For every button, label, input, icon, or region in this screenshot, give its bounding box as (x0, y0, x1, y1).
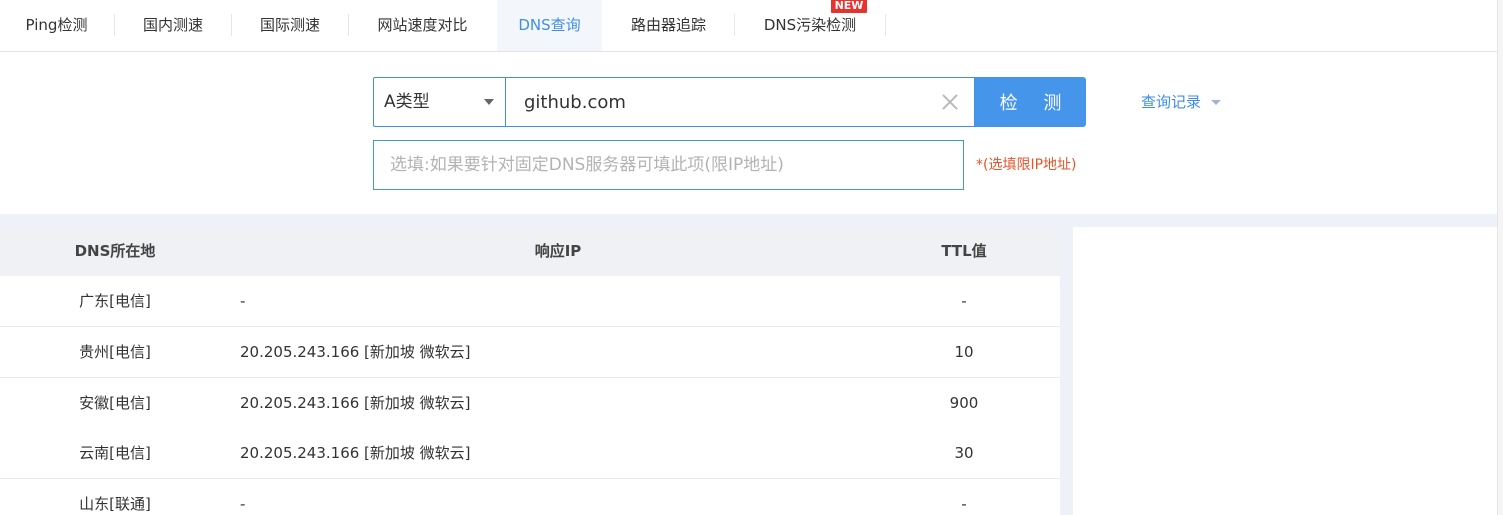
caret-down-icon (484, 99, 494, 105)
table-row: 安徽[电信] 20.205.243.166 [新加坡 微软云] 900 (0, 378, 1060, 429)
tab-ping[interactable]: Ping检测 (0, 0, 113, 51)
cell-location: 山东[联通] (79, 495, 151, 513)
cell-ttl: - (961, 292, 967, 310)
header-response-ip: 响应IP (534, 242, 582, 260)
header-ttl: TTL值 (941, 242, 987, 260)
cell-ttl: - (961, 495, 967, 513)
results-table: DNS所在地 响应IP TTL值 广东[电信] - - 贵州[电信] 20.20… (0, 227, 1060, 515)
check-button[interactable]: 检 测 (975, 77, 1086, 127)
cell-ip: 20.205.243.166 [新加坡 微软云] (240, 444, 471, 462)
tab-route-trace[interactable]: 路由器追踪 (603, 0, 734, 51)
tab-domestic-speed[interactable]: 国内测速 (115, 0, 231, 51)
tab-divider (885, 14, 886, 36)
cell-ip: - (240, 495, 246, 513)
tab-dns-query[interactable]: DNS查询 (497, 0, 602, 51)
cell-ttl: 30 (954, 444, 974, 462)
query-history-link[interactable]: 查询记录 (1141, 92, 1201, 112)
domain-input[interactable] (505, 77, 975, 127)
table-row: 山东[联通] - - (0, 479, 1060, 515)
scrollbar[interactable] (1497, 0, 1503, 515)
cell-ip: 20.205.243.166 [新加坡 微软云] (240, 394, 471, 412)
record-type-select[interactable]: A类型 (373, 77, 505, 127)
table-header: DNS所在地 响应IP TTL值 (0, 227, 1060, 276)
new-badge: NEW (831, 0, 867, 13)
cell-location: 广东[电信] (79, 292, 151, 310)
table-row: 贵州[电信] 20.205.243.166 [新加坡 微软云] 10 (0, 327, 1060, 378)
side-panel (1073, 227, 1497, 515)
cell-ttl: 10 (954, 343, 974, 361)
tab-site-speed-compare[interactable]: 网站速度对比 (349, 0, 496, 51)
caret-down-icon[interactable] (1211, 100, 1221, 105)
tab-international-speed[interactable]: 国际测速 (232, 0, 348, 51)
record-type-value: A类型 (384, 92, 430, 112)
tool-tabs: Ping检测 国内测速 国际测速 网站速度对比 DNS查询 路由器追踪 DNS污… (0, 0, 1497, 52)
dns-server-input[interactable] (373, 140, 964, 190)
header-dns-location: DNS所在地 (74, 242, 156, 260)
query-panel: Ping检测 国内测速 国际测速 网站速度对比 DNS查询 路由器追踪 DNS污… (0, 0, 1497, 214)
table-row: 云南[电信] 20.205.243.166 [新加坡 微软云] 30 (0, 428, 1060, 479)
cell-location: 贵州[电信] (79, 343, 151, 361)
cell-ip: - (240, 292, 246, 310)
cell-location: 云南[电信] (79, 444, 151, 462)
table-row: 广东[电信] - - (0, 276, 1060, 327)
cell-location: 安徽[电信] (79, 394, 151, 412)
dns-hint: *(选填限IP地址) (976, 157, 1077, 173)
cell-ip: 20.205.243.166 [新加坡 微软云] (240, 343, 471, 361)
clear-icon[interactable] (940, 92, 960, 112)
cell-ttl: 900 (949, 394, 979, 412)
